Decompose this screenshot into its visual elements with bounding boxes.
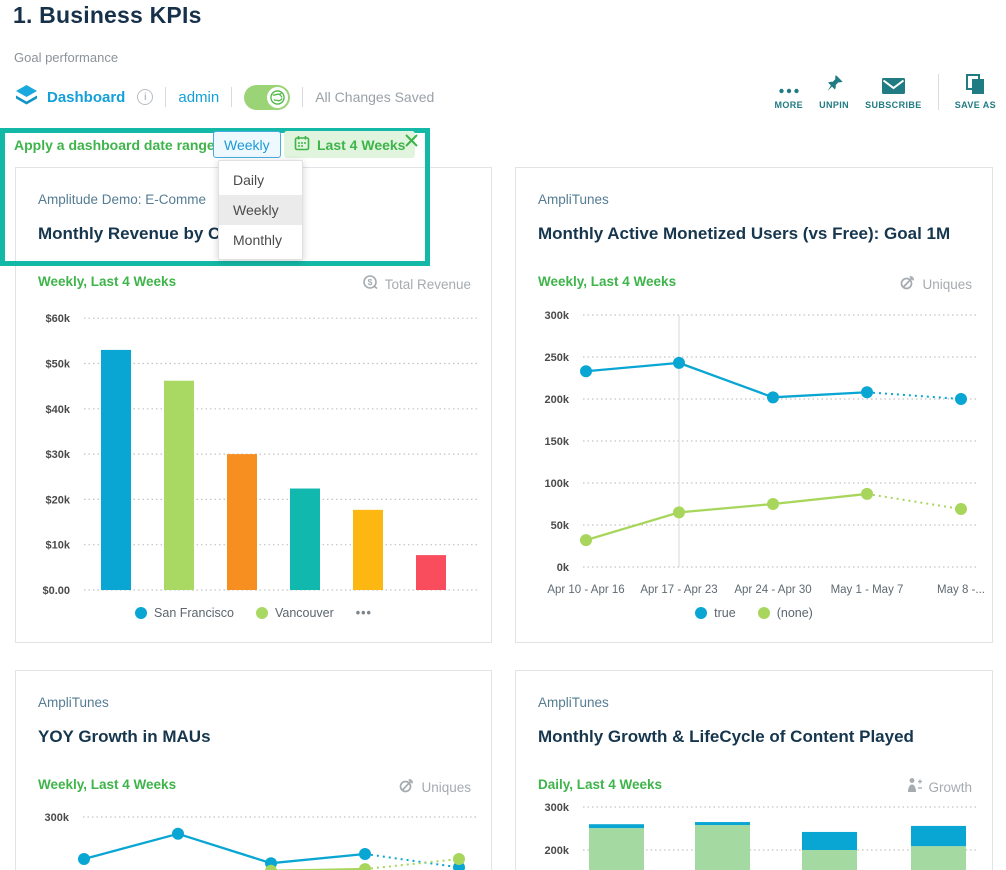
legend-item[interactable]: San Francisco <box>135 606 234 620</box>
copy-icon <box>965 74 986 95</box>
dashboard-meta-row: Dashboard i admin All Changes Saved <box>14 82 434 112</box>
legend-more[interactable]: ••• <box>356 606 372 620</box>
svg-text:250k: 250k <box>545 352 570 364</box>
svg-text:$: $ <box>367 277 372 287</box>
toolbar-actions: MORE UNPIN SUBSCRIBE <box>774 74 996 110</box>
more-dots-icon <box>778 74 800 95</box>
dashboard-link[interactable]: Dashboard <box>14 84 125 110</box>
divider <box>231 87 232 107</box>
card-date-range: Weekly, Last 4 Weeks <box>538 274 676 289</box>
svg-text:200k: 200k <box>545 845 570 857</box>
interval-dropdown: DailyWeeklyMonthly <box>218 160 303 260</box>
svg-text:$10k: $10k <box>46 540 71 552</box>
save-as-button[interactable]: SAVE AS <box>955 74 996 110</box>
card-yoy-growth-in-maus: 300k AmpliTunes YOY Growth in MAUs Weekl… <box>15 670 492 870</box>
svg-text:150k: 150k <box>545 436 570 448</box>
globe-icon <box>267 87 288 108</box>
card-source: AmpliTunes <box>38 695 109 710</box>
divider <box>165 87 166 107</box>
svg-text:$60k: $60k <box>46 313 71 325</box>
coin-icon: $ <box>362 274 379 294</box>
uniques-icon <box>899 274 916 294</box>
date-range-button[interactable]: Last 4 Weeks <box>284 131 415 158</box>
dropdown-option-weekly[interactable]: Weekly <box>219 195 302 225</box>
public-toggle[interactable] <box>244 85 290 110</box>
svg-text:Apr 17 - Apr 23: Apr 17 - Apr 23 <box>640 584 717 596</box>
svg-text:May 8 -...: May 8 -... <box>937 584 985 596</box>
page-title: 1. Business KPIs <box>13 2 202 29</box>
svg-text:200k: 200k <box>545 394 570 406</box>
divider <box>938 74 939 110</box>
dashboard-screen: 1. Business KPIs Goal performance Dashbo… <box>0 0 1006 870</box>
card-date-range: Weekly, Last 4 Weeks <box>38 274 176 289</box>
svg-text:0k: 0k <box>557 562 570 574</box>
more-button[interactable]: MORE <box>774 74 803 110</box>
card-title: Monthly Revenue by Cit <box>38 224 231 244</box>
svg-text:$20k: $20k <box>46 494 71 506</box>
dashboard-link-label: Dashboard <box>47 89 125 106</box>
dropdown-option-daily[interactable]: Daily <box>219 165 302 195</box>
card-metric: Growth <box>907 777 972 797</box>
card-metric: $ Total Revenue <box>362 274 471 294</box>
svg-text:$0.00: $0.00 <box>42 585 70 597</box>
owner-link[interactable]: admin <box>178 89 219 106</box>
uniques-icon <box>398 777 415 797</box>
legend-item[interactable]: true <box>695 606 736 620</box>
svg-text:50k: 50k <box>551 520 570 532</box>
card-date-range: Daily, Last 4 Weeks <box>538 777 662 792</box>
legend-item[interactable]: Vancouver <box>256 606 334 620</box>
subscribe-button[interactable]: SUBSCRIBE <box>865 74 922 110</box>
svg-text:$50k: $50k <box>46 359 71 371</box>
card-metric: Uniques <box>899 274 972 294</box>
calendar-icon <box>294 135 310 154</box>
card-title: Monthly Active Monetized Users (vs Free)… <box>538 224 950 244</box>
divider <box>302 87 303 107</box>
unpin-button[interactable]: UNPIN <box>819 74 849 110</box>
svg-text:May 1 - May 7: May 1 - May 7 <box>831 584 904 596</box>
svg-text:$30k: $30k <box>46 449 71 461</box>
svg-text:100k: 100k <box>545 478 570 490</box>
card-source: Amplitude Demo: E-Comme <box>38 192 206 207</box>
card-source: AmpliTunes <box>538 695 609 710</box>
svg-text:Apr 10 - Apr 16: Apr 10 - Apr 16 <box>547 584 624 596</box>
card-metric: Uniques <box>398 777 471 797</box>
card-monthly-active-monetized-users: 300k 250k 200k 150k 100k 50k 0k Apr 10 - Apr 16… <box>515 167 993 643</box>
envelope-icon <box>881 74 906 95</box>
card-monthly-growth-lifecycle: 300k 200k AmpliTunes Monthly Growth & Lif… <box>515 670 993 870</box>
date-range-banner-label: Apply a dashboard date range <box>14 137 215 153</box>
info-icon[interactable]: i <box>137 89 153 105</box>
saved-status: All Changes Saved <box>315 89 434 105</box>
svg-text:300k: 300k <box>45 812 70 824</box>
card-title: Monthly Growth & LifeCycle of Content Pl… <box>538 727 914 747</box>
growth-icon <box>907 777 922 797</box>
interval-select-button[interactable]: Weekly <box>213 131 281 158</box>
svg-text:Apr 24 - Apr 30: Apr 24 - Apr 30 <box>734 584 811 596</box>
close-icon[interactable] <box>404 133 419 153</box>
legend-item[interactable]: (none) <box>758 606 813 620</box>
chart-legend: true (none) <box>516 606 992 620</box>
svg-text:$40k: $40k <box>46 404 71 416</box>
page-subtitle: Goal performance <box>14 50 118 65</box>
svg-text:300k: 300k <box>545 310 570 322</box>
layers-icon <box>14 84 39 110</box>
card-date-range: Weekly, Last 4 Weeks <box>38 777 176 792</box>
dropdown-option-monthly[interactable]: Monthly <box>219 225 302 255</box>
pin-icon <box>824 74 844 95</box>
chart-legend: San Francisco Vancouver ••• <box>16 606 491 620</box>
card-source: AmpliTunes <box>538 192 609 207</box>
svg-text:300k: 300k <box>545 802 570 814</box>
card-title: YOY Growth in MAUs <box>38 727 211 747</box>
